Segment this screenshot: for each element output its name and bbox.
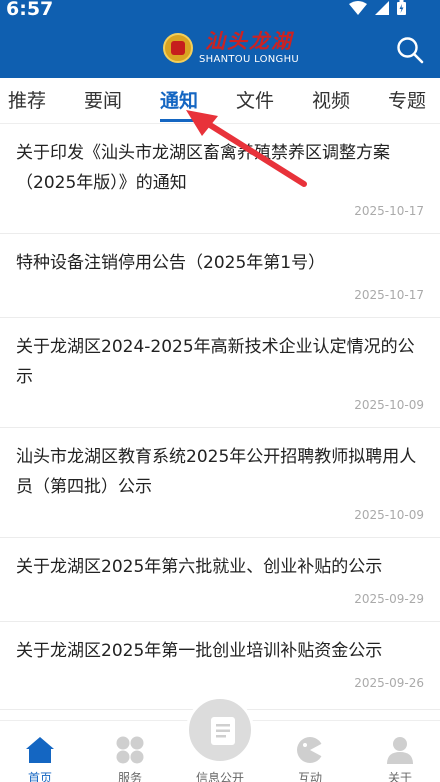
nav-about[interactable]: 关于 xyxy=(360,721,440,782)
nav-label: 服务 xyxy=(117,771,142,782)
item-date: 2025-10-17 xyxy=(354,204,424,218)
app-logo: 汕头龙湖 SHANTOU LONGHU xyxy=(163,30,299,66)
tab-documents[interactable]: 文件 xyxy=(236,86,274,113)
home-icon xyxy=(26,737,54,763)
chat-icon xyxy=(297,737,323,763)
item-date: 2025-10-09 xyxy=(354,508,424,522)
list-item[interactable]: 关于龙湖区2024-2025年高新技术企业认定情况的公示 2025-10-09 xyxy=(0,318,440,428)
item-title: 关于龙湖区2024-2025年高新技术企业认定情况的公示 xyxy=(16,337,415,387)
nav-home[interactable]: 首页 xyxy=(0,721,80,782)
tab-recommend[interactable]: 推荐 xyxy=(8,86,46,113)
list-item[interactable]: 汕头市龙湖区教育系统2025年公开招聘教师拟聘用人员（第四批）公示 2025-1… xyxy=(0,428,440,538)
grid-icon xyxy=(116,736,144,764)
document-icon xyxy=(211,717,235,745)
search-button[interactable] xyxy=(396,36,424,64)
item-title: 汕头市龙湖区教育系统2025年公开招聘教师拟聘用人员（第四批）公示 xyxy=(16,447,417,497)
logo-subtitle: SHANTOU LONGHU xyxy=(199,54,300,65)
item-date: 2025-09-29 xyxy=(354,592,424,606)
person-icon xyxy=(387,737,413,764)
item-date: 2025-10-17 xyxy=(354,288,424,302)
battery-icon xyxy=(397,0,406,15)
logo-text: 汕头龙湖 SHANTOU LONGHU xyxy=(199,30,299,66)
status-icons xyxy=(349,0,406,15)
nav-interact[interactable]: 互动 xyxy=(270,721,350,782)
logo-title: 汕头龙湖 xyxy=(205,29,294,53)
item-title: 关于龙湖区2025年第六批就业、创业补贴的公示 xyxy=(16,557,383,577)
tab-video[interactable]: 视频 xyxy=(312,86,350,113)
category-tabs: 推荐 要闻 通知 文件 视频 专题 xyxy=(0,78,440,124)
nav-service[interactable]: 服务 xyxy=(90,721,170,782)
item-title: 关于印发《汕头市龙湖区畜禽养殖禁养区调整方案（2025年版）》的通知 xyxy=(16,143,390,193)
active-tab-indicator xyxy=(160,119,198,122)
search-icon xyxy=(397,37,424,64)
item-title: 特种设备注销停用公告（2025年第1号） xyxy=(16,253,326,273)
nav-label: 信息公开 xyxy=(195,771,244,782)
wifi-icon xyxy=(349,0,367,15)
list-item[interactable]: 特种设备注销停用公告（2025年第1号） 2025-10-17 xyxy=(0,234,440,318)
tab-notice[interactable]: 通知 xyxy=(160,86,198,113)
app-header: 6:57 汕头龙湖 SHANTOU LONGHU xyxy=(0,0,440,78)
tab-topics[interactable]: 专题 xyxy=(388,86,426,113)
emblem-icon xyxy=(163,33,193,63)
item-date: 2025-09-26 xyxy=(354,676,424,690)
tab-news[interactable]: 要闻 xyxy=(84,86,122,113)
nav-label: 互动 xyxy=(297,771,322,782)
list-item[interactable]: 关于印发《汕头市龙湖区畜禽养殖禁养区调整方案（2025年版）》的通知 2025-… xyxy=(0,124,440,234)
status-time: 6:57 xyxy=(6,0,54,20)
app-root: 6:57 汕头龙湖 SHANTOU LONGHU 推荐 要闻 通知 文件 视频 … xyxy=(0,0,440,782)
info-public-button[interactable] xyxy=(186,696,254,764)
signal-icon xyxy=(375,0,389,15)
list-item[interactable]: 关于龙湖区2025年第六批就业、创业补贴的公示 2025-09-29 xyxy=(0,538,440,622)
item-date: 2025-10-09 xyxy=(354,398,424,412)
nav-label: 关于 xyxy=(387,771,412,782)
item-title: 关于龙湖区2025年第一批创业培训补贴资金公示 xyxy=(16,641,383,661)
nav-label: 首页 xyxy=(27,771,52,782)
